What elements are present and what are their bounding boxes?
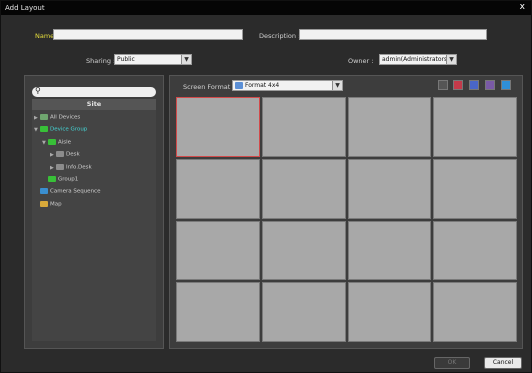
add-layout-dialog: Add Layout x Name : Description : Sharin… bbox=[0, 0, 532, 373]
layout-cell[interactable] bbox=[261, 97, 346, 157]
camera-sequence-icon bbox=[40, 188, 48, 194]
search-input[interactable]: ⚲ bbox=[32, 86, 156, 97]
owner-label: Owner : bbox=[348, 57, 374, 65]
group-icon bbox=[40, 126, 48, 132]
layout-cell[interactable] bbox=[176, 282, 260, 342]
description-input[interactable] bbox=[299, 29, 487, 40]
layout-cell[interactable] bbox=[347, 97, 432, 157]
owner-select[interactable]: admin(Administrators) ▼ bbox=[379, 54, 457, 65]
description-label: Description : bbox=[259, 32, 301, 40]
blue-window-icon[interactable] bbox=[501, 80, 511, 90]
tree-item-group1[interactable]: Group1 bbox=[42, 176, 78, 183]
layout-cell[interactable] bbox=[347, 158, 432, 219]
device-icon bbox=[56, 151, 64, 157]
chevron-down-icon: ▼ bbox=[181, 55, 191, 64]
blue-grid-icon[interactable] bbox=[469, 80, 479, 90]
group-icon bbox=[48, 176, 56, 182]
group-icon bbox=[48, 139, 56, 145]
screen-format-label: Screen Format : bbox=[183, 83, 235, 91]
sharing-select[interactable]: Public ▼ bbox=[114, 54, 192, 65]
layout-cell[interactable] bbox=[433, 282, 517, 342]
map-icon bbox=[40, 201, 48, 207]
chevron-down-icon: ▼ bbox=[446, 55, 456, 64]
name-input[interactable] bbox=[53, 29, 243, 40]
close-icon[interactable]: x bbox=[520, 2, 525, 12]
red-grid-icon[interactable] bbox=[453, 80, 463, 90]
tree-item-info-desk[interactable]: ▶ Info.Desk bbox=[50, 164, 92, 171]
layout-cell[interactable] bbox=[261, 220, 346, 281]
devices-icon bbox=[40, 114, 48, 120]
window-title: Add Layout bbox=[5, 4, 45, 12]
search-icon: ⚲ bbox=[35, 86, 41, 95]
layout-cell[interactable] bbox=[433, 220, 517, 281]
tree-item-aisle[interactable]: ▼ Aisle bbox=[42, 139, 71, 146]
grid-format-icon bbox=[235, 82, 243, 89]
cancel-button[interactable]: Cancel bbox=[484, 357, 522, 369]
layout-cell[interactable] bbox=[176, 97, 260, 157]
tree-item-desk[interactable]: ▶ Desk bbox=[50, 151, 80, 158]
title-bar: Add Layout x bbox=[1, 1, 531, 15]
sharing-value: Public bbox=[117, 56, 135, 63]
site-tree: ▶ All Devices ▼ Device Group ▼ Aisle ▶ Desk … bbox=[32, 110, 156, 341]
ok-button[interactable]: OK bbox=[434, 357, 470, 369]
chevron-down-icon: ▼ bbox=[332, 81, 342, 90]
sharing-label: Sharing : bbox=[86, 57, 116, 65]
layout-grid bbox=[176, 97, 517, 342]
owner-value: admin(Administrators) bbox=[382, 56, 450, 63]
delete-icon[interactable] bbox=[438, 80, 448, 90]
purple-grid-icon[interactable] bbox=[485, 80, 495, 90]
site-header: Site bbox=[32, 99, 156, 110]
screen-format-value: Format 4x4 bbox=[245, 82, 280, 89]
layout-cell[interactable] bbox=[176, 158, 260, 219]
tree-item-camera-sequence[interactable]: Camera Sequence bbox=[34, 188, 100, 195]
layout-cell[interactable] bbox=[347, 282, 432, 342]
layout-cell[interactable] bbox=[261, 282, 346, 342]
tree-item-all-devices[interactable]: ▶ All Devices bbox=[34, 114, 80, 121]
tree-item-map[interactable]: Map bbox=[34, 201, 62, 208]
screen-format-select[interactable]: Format 4x4 ▼ bbox=[232, 80, 343, 91]
layout-cell[interactable] bbox=[261, 158, 346, 219]
layout-cell[interactable] bbox=[433, 97, 517, 157]
layout-cell[interactable] bbox=[176, 220, 260, 281]
tree-item-device-group[interactable]: ▼ Device Group bbox=[34, 126, 87, 133]
layout-cell[interactable] bbox=[347, 220, 432, 281]
device-icon bbox=[56, 164, 64, 170]
layout-cell[interactable] bbox=[433, 158, 517, 219]
